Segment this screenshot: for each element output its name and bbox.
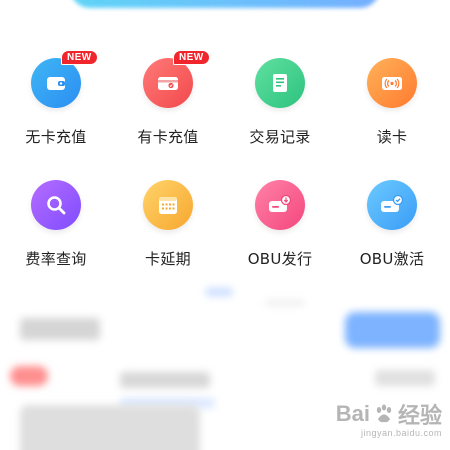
tile-no-card-recharge[interactable]: NEW 无卡充值 — [0, 50, 112, 158]
baidu-jingyan-watermark: Bai 经验 jingyan.baidu.com — [336, 398, 442, 438]
new-badge: NEW — [61, 50, 98, 65]
search-icon — [31, 180, 81, 230]
tile-label: 费率查询 — [25, 250, 87, 268]
tile-label: 有卡充值 — [137, 128, 199, 146]
tile-card-recharge[interactable]: NEW 有卡充值 — [112, 50, 224, 158]
wallet-icon: NEW — [31, 50, 98, 108]
section-title-blurred — [20, 318, 100, 340]
paw-icon — [376, 404, 392, 423]
blurred-tag — [10, 366, 48, 386]
blurred-card — [20, 405, 200, 450]
tile-card-extension[interactable]: 卡延期 — [112, 180, 224, 280]
page-indicator-active — [205, 288, 233, 296]
tile-label: 读卡 — [376, 128, 408, 146]
blurred-text — [120, 372, 210, 388]
document-icon — [255, 58, 305, 108]
card-icon: NEW — [143, 50, 210, 108]
tile-label: 交易记录 — [249, 128, 311, 146]
watermark-url: jingyan.baidu.com — [360, 428, 442, 438]
page-indicator — [265, 300, 305, 306]
tile-label: OBU激活 — [359, 250, 425, 268]
tile-rate-inquiry[interactable]: 费率查询 — [0, 180, 112, 280]
watermark-brand-tail: 经验 — [397, 403, 442, 428]
obu-issue-icon — [255, 180, 305, 230]
obu-activate-icon — [367, 180, 417, 230]
blurred-action-button[interactable] — [345, 312, 440, 348]
new-badge: NEW — [173, 50, 210, 65]
top-banner[interactable] — [70, 0, 380, 8]
blurred-text — [375, 370, 435, 386]
calendar-icon — [143, 180, 193, 230]
tile-obu-activate[interactable]: OBU激活 — [336, 180, 448, 280]
tile-read-card[interactable]: 读卡 — [336, 58, 448, 158]
tile-label: OBU发行 — [247, 250, 313, 268]
tile-obu-issue[interactable]: OBU发行 — [224, 180, 336, 280]
tile-label: 卡延期 — [145, 250, 191, 268]
tile-label: 无卡充值 — [25, 128, 87, 146]
watermark-brand: Bai — [335, 401, 370, 426]
tile-transaction-records[interactable]: 交易记录 — [224, 58, 336, 158]
nfc-read-icon — [367, 58, 417, 108]
